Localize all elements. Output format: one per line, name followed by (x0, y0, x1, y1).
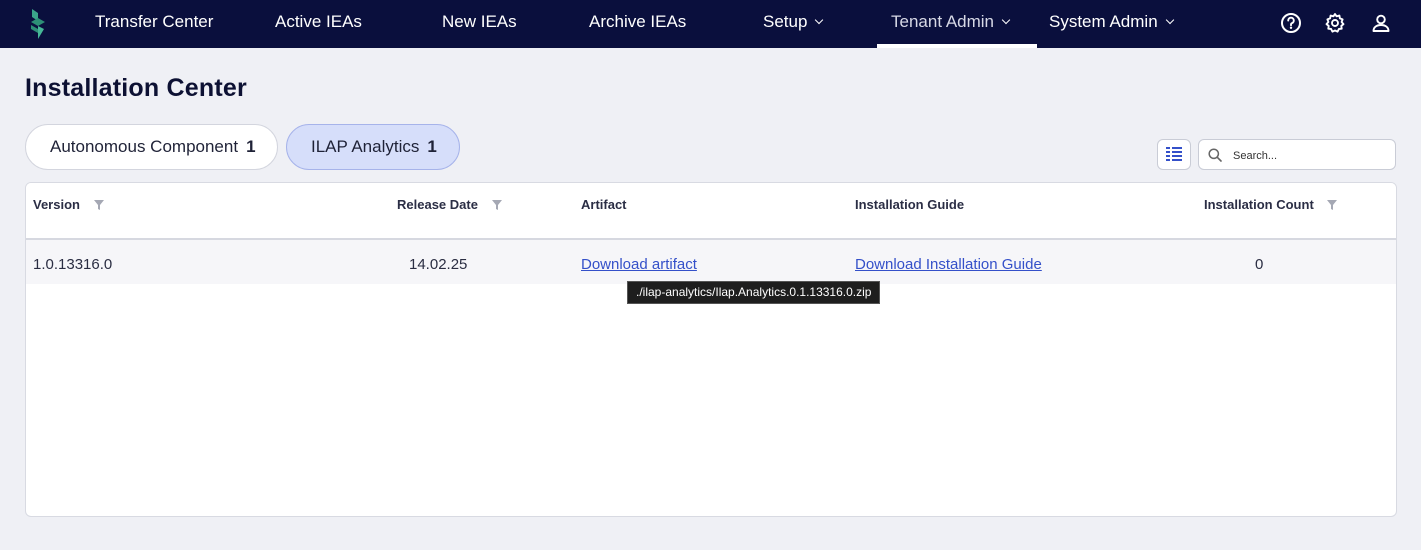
column-header-version[interactable]: Version (33, 197, 104, 212)
cell-version: 1.0.13316.0 (33, 256, 113, 273)
column-header-release-date[interactable]: Release Date (397, 197, 502, 212)
cell-artifact: Download artifact (581, 256, 697, 273)
installations-table: Version Release Date Artifact Installati… (25, 182, 1397, 517)
cell-installation-count: 0 (1255, 256, 1264, 273)
nav-active-ieas[interactable]: Active IEAs (275, 0, 362, 48)
download-installation-guide-link[interactable]: Download Installation Guide (855, 256, 1042, 273)
page-title: Installation Center (25, 74, 247, 102)
columns-list-icon (1166, 147, 1182, 161)
chevron-down-icon (1001, 15, 1011, 25)
table-row: 1.0.13316.0 14.02.25 Download artifact D… (26, 240, 1396, 284)
column-chooser-button[interactable] (1157, 139, 1191, 170)
tab-autonomous-component[interactable]: Autonomous Component 1 (25, 124, 278, 170)
chevron-down-icon (1165, 15, 1174, 25)
cell-release-date: 14.02.25 (409, 256, 468, 273)
active-nav-indicator (877, 44, 1037, 48)
tab-count: 1 (427, 137, 437, 156)
tab-label: ILAP Analytics (311, 137, 420, 156)
search-icon (1208, 148, 1222, 162)
table-header: Version Release Date Artifact Installati… (26, 183, 1396, 240)
column-header-installation-count[interactable]: Installation Count (1204, 197, 1338, 212)
top-nav: Transfer Center Active IEAs New IEAs Arc… (0, 0, 1421, 48)
nav-setup[interactable]: Setup (763, 0, 824, 48)
app-logo[interactable] (29, 9, 47, 39)
column-header-installation-guide[interactable]: Installation Guide (855, 197, 964, 212)
artifact-path-tooltip: ./ilap-analytics/Ilap.Analytics.0.1.1331… (627, 281, 881, 304)
user-icon[interactable] (1370, 12, 1392, 34)
filter-icon[interactable] (93, 200, 104, 210)
filter-icon[interactable] (1327, 200, 1338, 210)
download-artifact-link[interactable]: Download artifact (581, 256, 697, 273)
gear-icon[interactable] (1324, 12, 1346, 34)
help-icon[interactable] (1280, 12, 1302, 34)
nav-system-admin[interactable]: System Admin (1049, 0, 1174, 48)
nav-transfer-center[interactable]: Transfer Center (95, 0, 213, 48)
chevron-down-icon (815, 15, 824, 25)
cell-installation-guide: Download Installation Guide (855, 256, 1042, 273)
filter-icon[interactable] (491, 200, 502, 210)
nav-archive-ieas[interactable]: Archive IEAs (589, 0, 686, 48)
tab-count: 1 (246, 137, 256, 156)
nav-new-ieas[interactable]: New IEAs (442, 0, 517, 48)
tab-ilap-analytics[interactable]: ILAP Analytics 1 (286, 124, 460, 170)
tab-label: Autonomous Component (50, 137, 239, 156)
nav-tenant-admin[interactable]: Tenant Admin (891, 0, 1011, 48)
search-input[interactable] (1231, 145, 1390, 166)
column-header-artifact[interactable]: Artifact (581, 197, 627, 212)
search-box (1198, 139, 1396, 170)
